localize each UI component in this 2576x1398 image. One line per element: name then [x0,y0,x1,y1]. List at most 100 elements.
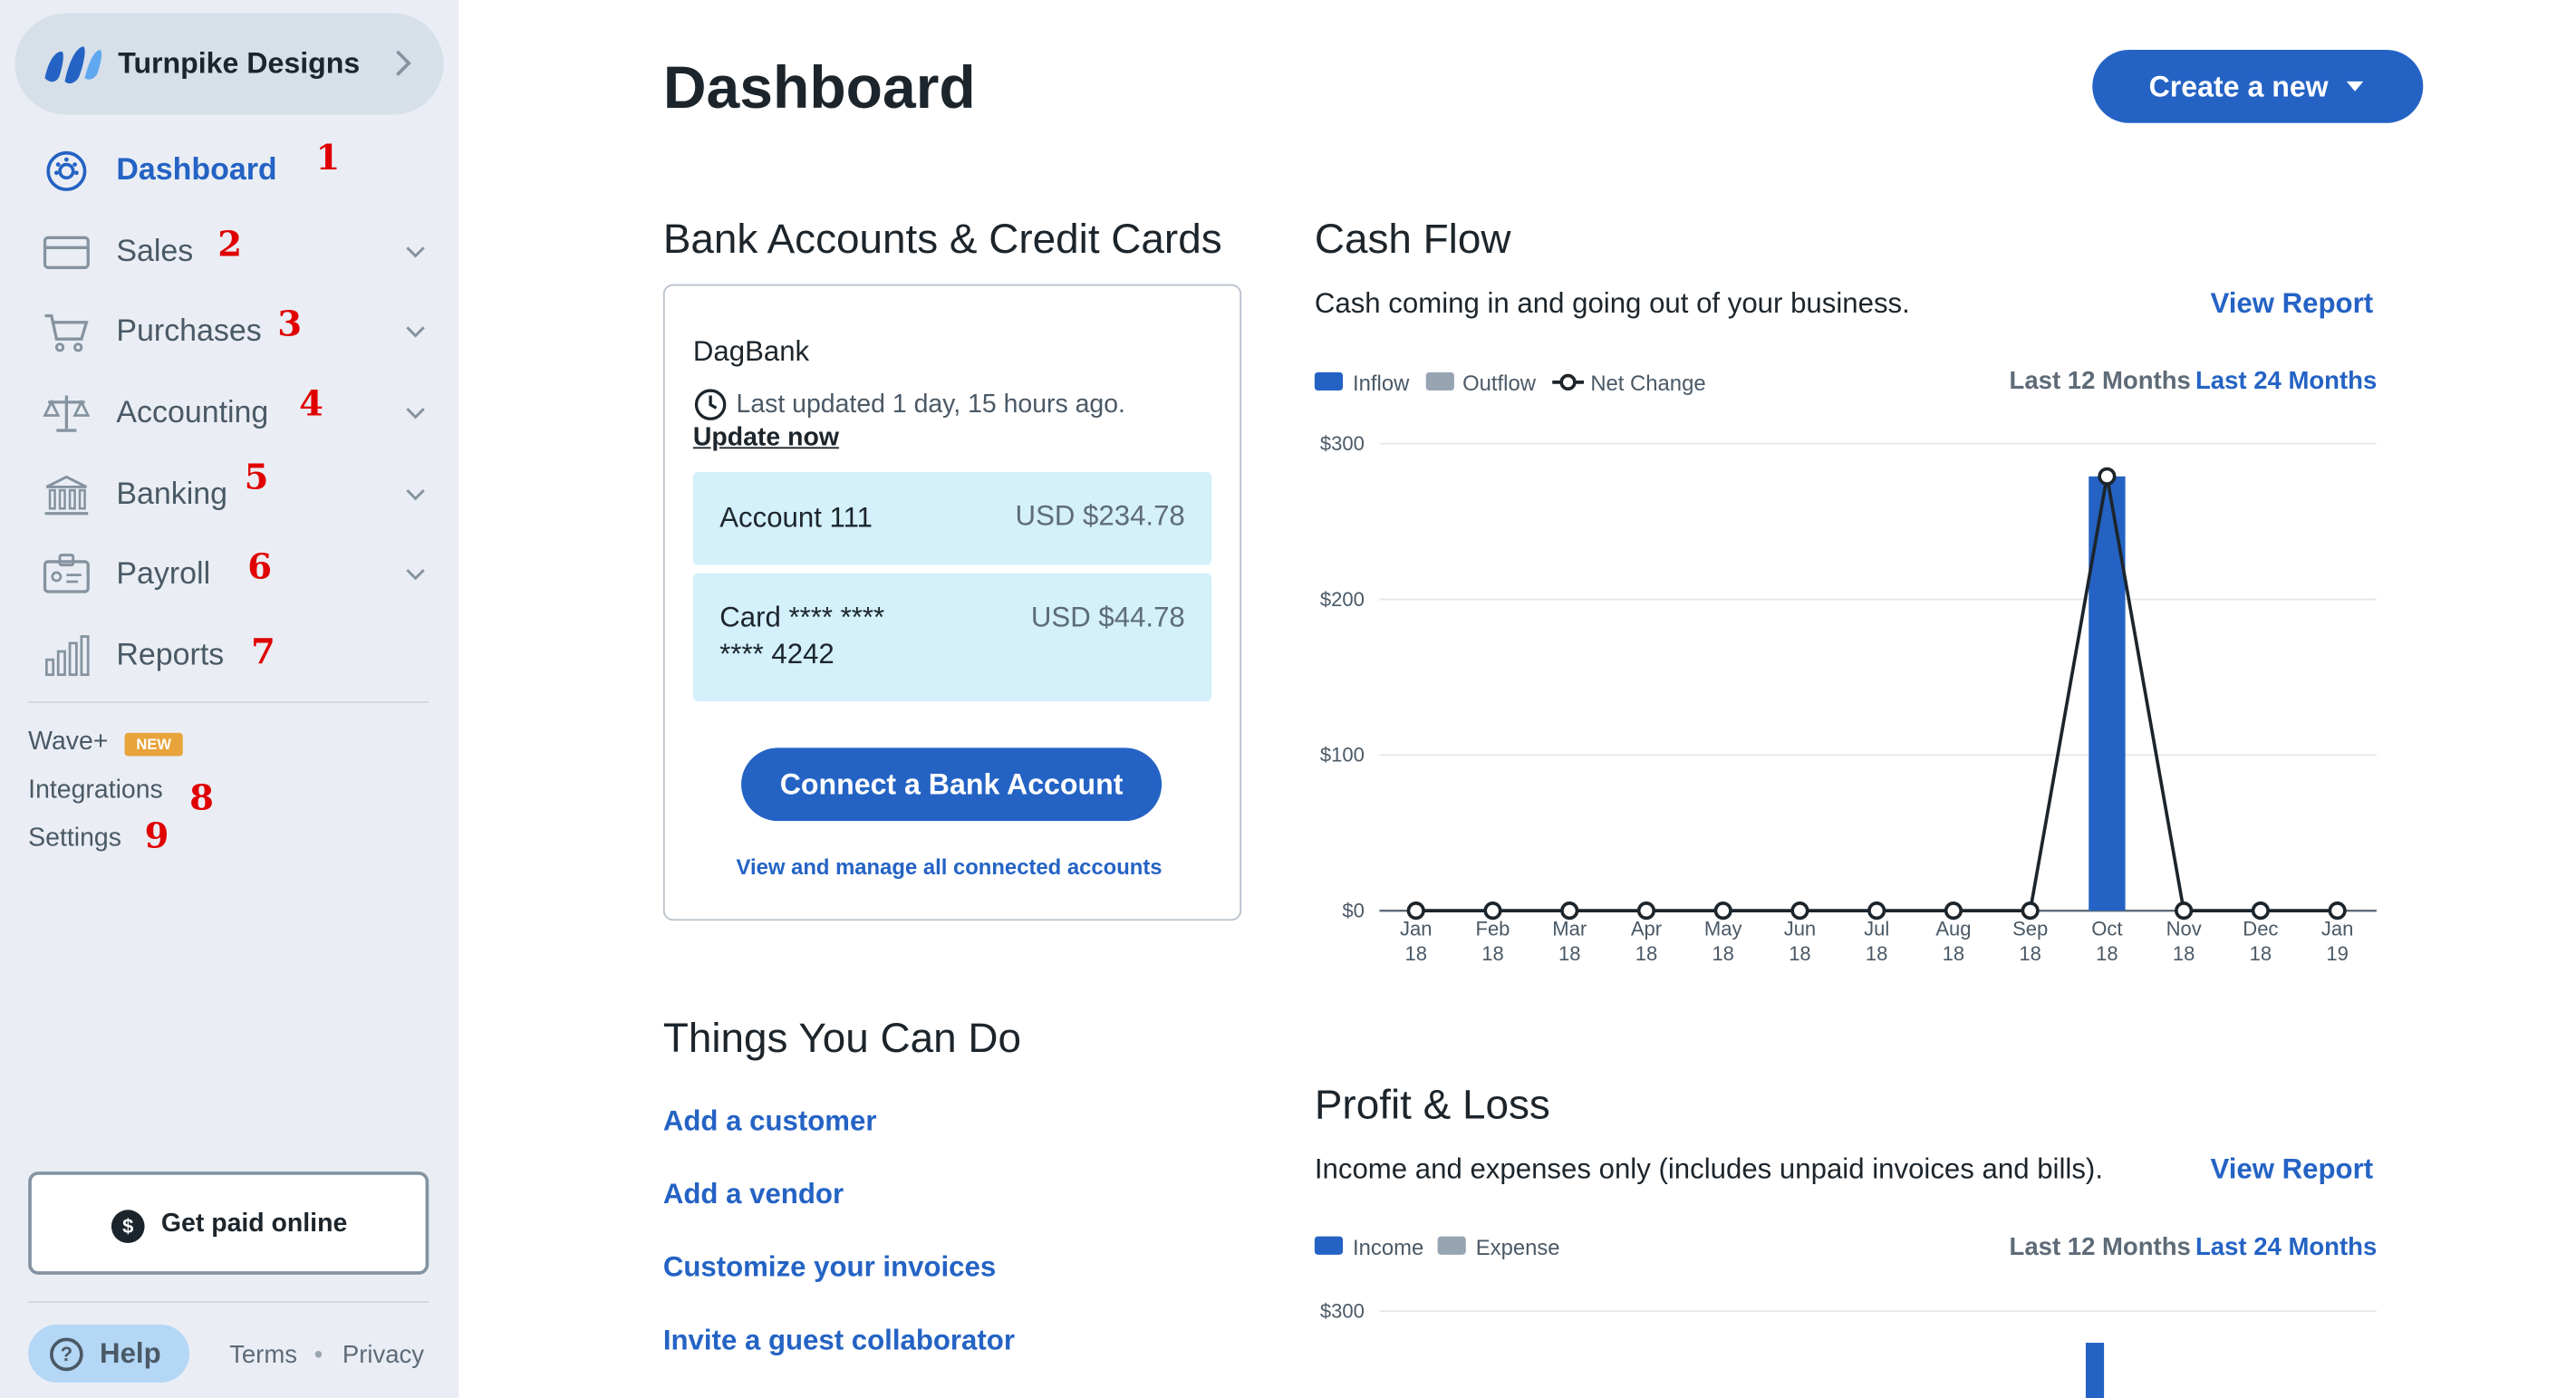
x-tick-label: 18 [1404,942,1426,965]
wave-logo-icon [44,46,102,84]
manage-accounts-link[interactable]: View and manage all connected accounts [737,854,1163,880]
integrations-link[interactable]: Integrations [28,776,163,806]
create-new-button[interactable]: Create a new [2092,50,2424,123]
x-tick-label: Jan [2321,918,2353,940]
dollar-icon: $ [111,1210,145,1243]
x-tick-label: 18 [1712,942,1733,965]
bank-icon [44,475,89,516]
x-tick-label: 18 [2250,942,2272,965]
annotation-marker: 2 [217,222,243,265]
x-tick-label: 18 [1481,942,1503,965]
help-button[interactable]: ? Help [28,1324,190,1384]
legend-line-icon [1552,373,1584,391]
y-tick-label: $300 [1320,432,1365,455]
net-change-point [2021,901,2040,921]
x-tick-label: Nov [2166,918,2202,940]
x-tick-label: Jul [1864,918,1889,940]
account-row[interactable]: Account 111 USD $234.78 [692,471,1212,565]
sidebar-divider [28,701,429,703]
legend-inflow: Inflow [1353,371,1410,396]
x-tick-label: 18 [2173,942,2195,965]
pnl-range-current: Last 12 Months [2009,1232,2191,1262]
legend-expense: Expense [1475,1234,1560,1260]
account-row[interactable]: Card **** **** **** 4242 USD $44.78 [692,573,1212,702]
sidebar-item-reports[interactable]: Reports [28,622,439,688]
x-tick-label: 19 [2326,942,2348,965]
bank-name: DagBank [692,335,810,368]
sidebar-item-label: Purchases [116,312,262,348]
net-change-point [1406,901,1425,921]
settings-link[interactable]: Settings [28,824,121,854]
net-change-point [1790,901,1809,921]
legend-outflow: Outflow [1462,371,1536,396]
chevron-right-icon [396,50,411,76]
cashflow-title: Cash Flow [1314,216,1511,263]
account-name: Account 111 [719,501,873,534]
cashflow-view-report-link[interactable]: View Report [2210,287,2373,321]
create-new-label: Create a new [2148,70,2329,103]
cashflow-description: Cash coming in and going out of your bus… [1314,287,1910,320]
x-tick-label: May [1704,918,1742,940]
account-balance: USD $44.78 [1030,601,1185,633]
clock-icon [694,389,727,420]
pnl-range-24-link[interactable]: Last 24 Months [2195,1233,2377,1261]
account-name-line2: **** 4242 [719,638,835,670]
annotation-marker: 8 [189,776,214,818]
sidebar-item-banking[interactable]: Banking [28,460,439,526]
help-label: Help [100,1337,161,1370]
chevron-down-icon [406,489,425,501]
add-vendor-link[interactable]: Add a vendor [663,1178,844,1211]
x-tick-label: Dec [2243,918,2278,940]
legend-net-change: Net Change [1590,371,1706,396]
update-now-link[interactable]: Update now [693,424,839,454]
sidebar-item-label: Payroll [116,554,211,591]
footer-separator: • [314,1341,323,1370]
legend-income: Income [1353,1234,1424,1260]
net-change-point [2251,901,2270,921]
x-tick-label: Feb [1476,918,1510,940]
sidebar-item-accounting[interactable]: Accounting [28,379,439,445]
last-updated-text: Last updated 1 day, 15 hours ago. [736,390,1125,419]
net-change-point [1636,901,1656,921]
net-change-point [2175,901,2194,921]
sidebar-divider [28,1301,429,1304]
net-change-point [2098,467,2117,486]
pnl-view-report-link[interactable]: View Report [2210,1153,2373,1187]
sidebar-item-purchases[interactable]: Purchases [28,297,439,363]
annotation-marker: 6 [247,545,273,587]
credit-card-icon [43,236,90,269]
wave-plus-link[interactable]: Wave+ [28,728,108,757]
annotation-marker: 9 [144,814,169,856]
sidebar-item-label: Dashboard [116,150,277,187]
chevron-down-icon [406,408,425,419]
pnl-chart: $300 [1320,1300,2377,1398]
annotation-marker: 3 [277,302,303,344]
privacy-link[interactable]: Privacy [343,1341,424,1369]
customize-invoices-link[interactable]: Customize your invoices [663,1251,996,1285]
id-badge-icon [43,554,90,593]
get-paid-online-button[interactable]: $ Get paid online [28,1171,429,1275]
sidebar-item-payroll[interactable]: Payroll [28,540,439,606]
x-tick-label: Mar [1552,918,1587,940]
dashboard-icon [46,150,87,191]
sidebar-item-label: Reports [116,636,225,672]
x-tick-label: Sep [2012,918,2048,940]
annotation-marker: 1 [315,136,341,178]
chevron-down-icon [406,246,425,258]
account-balance: USD $234.78 [1015,500,1185,532]
invite-collaborator-link[interactable]: Invite a guest collaborator [663,1325,1015,1358]
legend-swatch-expense [1437,1236,1466,1255]
connect-bank-button[interactable]: Connect a Bank Account [741,747,1163,822]
things-section-title: Things You Can Do [662,1015,1022,1063]
terms-link[interactable]: Terms [229,1341,297,1369]
sidebar-item-label: Banking [116,475,228,511]
bar-chart-icon [44,635,90,677]
net-change-point [1483,901,1502,921]
x-tick-label: 18 [2096,942,2118,965]
business-switcher[interactable]: Turnpike Designs [14,13,444,115]
cashflow-range-24-link[interactable]: Last 24 Months [2195,367,2377,395]
sidebar-item-dashboard[interactable]: Dashboard [28,136,439,202]
x-tick-label: 18 [1558,942,1580,965]
cashflow-range-current: Last 12 Months [2009,367,2191,396]
add-customer-link[interactable]: Add a customer [663,1105,877,1139]
